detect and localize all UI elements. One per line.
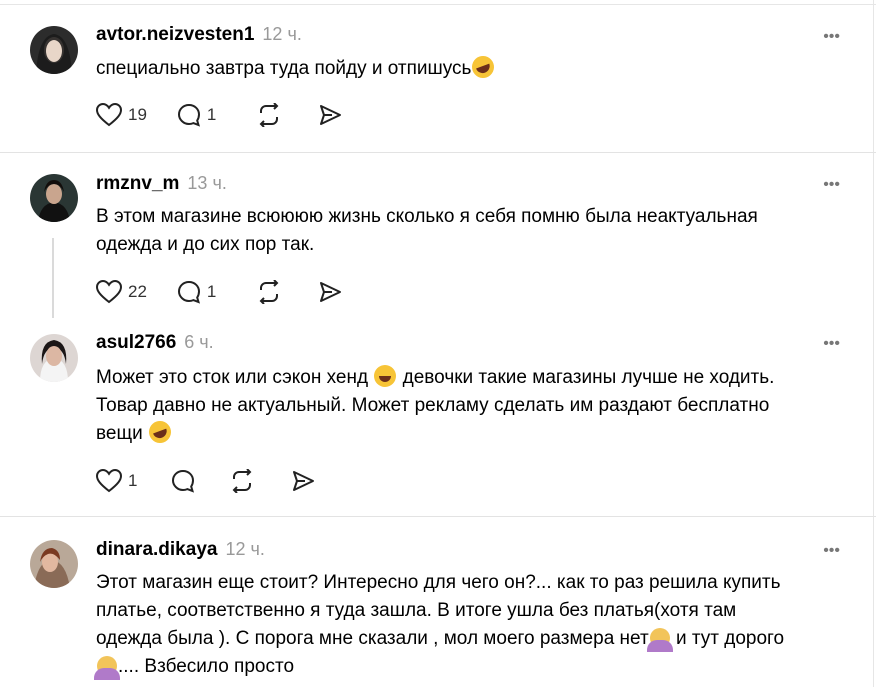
username-text[interactable]: dinara.dikaya <box>96 539 217 560</box>
facepalm-emoji-icon <box>94 656 120 680</box>
username[interactable]: dinara.dikaya 12 ч. <box>96 539 265 561</box>
like-button[interactable]: 19 <box>96 103 147 127</box>
timestamp: 12 ч. <box>262 24 302 44</box>
post-text-segment: девочки такие магазины лучше не ходить. <box>397 367 775 388</box>
more-icon[interactable]: ••• <box>823 542 840 560</box>
post-text: Может это сток или сэкон хенд девочки та… <box>96 364 846 448</box>
post-text-line: В этом магазине всюююю жизнь сколько я с… <box>96 206 758 227</box>
share-button[interactable] <box>291 469 315 493</box>
like-button[interactable]: 22 <box>96 280 147 304</box>
post-text-segment: Может это сток или сэкон хенд <box>96 367 374 388</box>
post-text-line: Товар давно не актуальный. Может рекламу… <box>96 395 770 416</box>
more-icon[interactable]: ••• <box>823 28 840 46</box>
reply-button[interactable]: 1 <box>177 103 216 127</box>
timestamp: 12 ч. <box>225 539 265 559</box>
username[interactable]: rmznv_m 13 ч. <box>96 173 227 195</box>
post-text-segment: .... Взбесило просто <box>118 656 295 677</box>
repost-icon <box>233 469 252 493</box>
post-text-line: Этот магазин еще стоит? Интересно для че… <box>96 572 781 593</box>
post-text: специально завтра туда пойду и отпишусь <box>96 52 846 83</box>
action-bar: 19 1 <box>96 102 342 128</box>
comment-icon <box>177 280 200 304</box>
post-divider <box>0 152 876 153</box>
right-border <box>873 0 874 687</box>
rofl-emoji-icon <box>469 52 498 82</box>
action-bar: 22 1 <box>96 279 342 305</box>
heart-icon <box>96 280 122 304</box>
like-button[interactable]: 1 <box>96 469 137 493</box>
reply-count: 1 <box>206 105 217 124</box>
avatar[interactable] <box>30 540 78 588</box>
heart-icon <box>96 469 122 493</box>
thread-line <box>52 238 54 318</box>
post-divider <box>0 516 876 517</box>
share-icon <box>320 105 342 125</box>
like-count: 19 <box>128 105 147 124</box>
post-text-line: .... Взбесило просто <box>94 653 846 681</box>
post-text-segment: и тут дорого <box>670 628 785 649</box>
reply-button[interactable] <box>171 469 195 493</box>
post-text: В этом магазине всюююю жизнь сколько я с… <box>96 203 846 259</box>
reply-button[interactable]: 1 <box>177 280 216 304</box>
top-divider <box>0 4 876 5</box>
timestamp: 13 ч. <box>187 173 227 193</box>
repost-button[interactable] <box>256 280 282 304</box>
avatar[interactable] <box>30 174 78 222</box>
facepalm-emoji-icon <box>646 628 673 652</box>
post-text-line: одежда была ). С порога мне сказали , мо… <box>96 625 846 653</box>
repost-button[interactable] <box>256 103 282 127</box>
timestamp: 6 ч. <box>184 332 214 352</box>
share-button[interactable] <box>318 103 342 127</box>
username[interactable]: asul2766 6 ч. <box>96 332 214 354</box>
username-text[interactable]: avtor.neizvesten1 <box>96 24 254 45</box>
post-text-line: специально завтра туда пойду и отпишусь <box>96 58 472 79</box>
repost-icon <box>259 103 279 127</box>
heart-icon <box>96 103 122 127</box>
post-text-line: Может это сток или сэкон хенд девочки та… <box>96 364 846 392</box>
post-text-segment: вещи <box>96 423 148 444</box>
like-count: 1 <box>128 471 138 490</box>
reply-count: 1 <box>206 282 217 301</box>
repost-icon <box>259 280 279 304</box>
rofl-emoji-icon <box>145 417 175 447</box>
avatar[interactable] <box>30 334 78 382</box>
avatar[interactable] <box>30 26 78 74</box>
post-text-line: платье, соответственно я туда зашла. В и… <box>96 600 737 621</box>
share-icon <box>320 282 342 302</box>
share-icon <box>293 471 315 491</box>
post-text-line: одежда и до сих пор так. <box>96 234 315 255</box>
post-text-segment: одежда была ). С порога мне сказали , мо… <box>96 628 649 649</box>
like-count: 22 <box>128 282 147 301</box>
username-text[interactable]: asul2766 <box>96 332 176 353</box>
more-icon[interactable]: ••• <box>823 176 840 194</box>
username[interactable]: avtor.neizvesten1 12 ч. <box>96 24 302 46</box>
grin-emoji-icon <box>374 365 397 387</box>
post-text-line: вещи <box>96 417 846 448</box>
post-text: Этот магазин еще стоит? Интересно для че… <box>94 569 846 681</box>
more-icon[interactable]: ••• <box>823 335 840 353</box>
action-bar: 1 <box>96 468 315 494</box>
repost-button[interactable] <box>229 469 255 493</box>
comment-icon <box>177 103 200 127</box>
username-text[interactable]: rmznv_m <box>96 173 179 194</box>
comment-icon <box>172 469 195 493</box>
share-button[interactable] <box>318 280 342 304</box>
